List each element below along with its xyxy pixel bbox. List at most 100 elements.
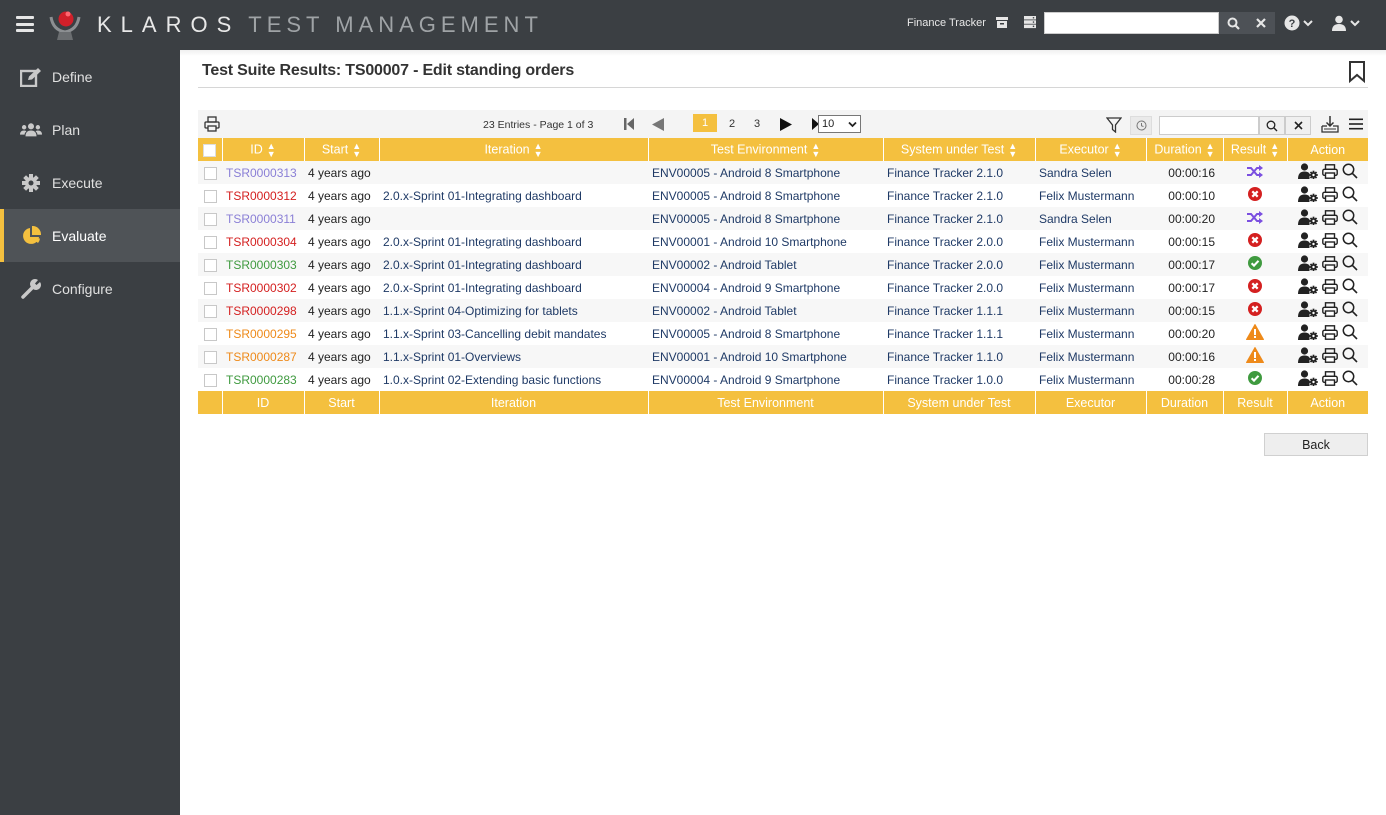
- executor-link[interactable]: Felix Mustermann: [1039, 373, 1134, 387]
- system-under-test-link[interactable]: Finance Tracker 1.1.0: [887, 350, 1003, 364]
- table-row[interactable]: TSR0000287 4 years ago 1.1.x-Sprint 01-Ove…: [198, 345, 1368, 368]
- prev-page-button[interactable]: [650, 116, 666, 132]
- filter-icon[interactable]: [1106, 117, 1122, 133]
- row-checkbox[interactable]: [203, 166, 217, 180]
- table-row[interactable]: TSR0000313 4 years ago ENV00005 - Android …: [198, 161, 1368, 184]
- table-row[interactable]: TSR0000303 4 years ago 2.0.x-Sprint 01-Int…: [198, 253, 1368, 276]
- result-id-link[interactable]: TSR0000302: [226, 281, 297, 295]
- row-checkbox[interactable]: [203, 327, 217, 341]
- sidebar-item-plan[interactable]: Plan: [0, 103, 180, 156]
- table-row[interactable]: TSR0000298 4 years ago 1.1.x-Sprint 04-Opt…: [198, 299, 1368, 322]
- result-id-link[interactable]: TSR0000287: [226, 350, 297, 364]
- iteration-link[interactable]: 1.1.x-Sprint 04-Optimizing for tablets: [383, 304, 578, 318]
- executor-link[interactable]: Felix Mustermann: [1039, 189, 1134, 203]
- menu-toggle-icon[interactable]: [16, 16, 34, 32]
- system-under-test-link[interactable]: Finance Tracker 2.0.0: [887, 235, 1003, 249]
- assign-user-icon[interactable]: [1297, 255, 1318, 274]
- page-size-select[interactable]: 10: [818, 115, 861, 133]
- environment-link[interactable]: ENV00001 - Android 10 Smartphone: [652, 350, 847, 364]
- global-search-button[interactable]: [1219, 12, 1247, 34]
- table-row[interactable]: TSR0000302 4 years ago 2.0.x-Sprint 01-Int…: [198, 276, 1368, 299]
- environment-link[interactable]: ENV00002 - Android Tablet: [652, 258, 797, 272]
- print-icon[interactable]: [1321, 209, 1338, 228]
- view-details-icon[interactable]: [1342, 255, 1358, 274]
- executor-link[interactable]: Felix Mustermann: [1039, 235, 1134, 249]
- view-details-icon[interactable]: [1342, 347, 1358, 366]
- column-header-id[interactable]: ID ▲ ▼: [222, 138, 305, 161]
- executor-link[interactable]: Felix Mustermann: [1039, 350, 1134, 364]
- view-details-icon[interactable]: [1342, 163, 1358, 182]
- view-details-icon[interactable]: [1342, 324, 1358, 343]
- view-details-icon[interactable]: [1342, 370, 1358, 389]
- sidebar-item-evaluate[interactable]: Evaluate: [0, 209, 180, 262]
- row-checkbox[interactable]: [203, 281, 217, 295]
- project-name[interactable]: Finance Tracker: [907, 17, 986, 29]
- result-id-link[interactable]: TSR0000283: [226, 373, 297, 387]
- assign-user-icon[interactable]: [1297, 370, 1318, 389]
- environment-link[interactable]: ENV00002 - Android Tablet: [652, 304, 797, 318]
- row-checkbox[interactable]: [203, 373, 217, 387]
- print-icon[interactable]: [204, 116, 220, 132]
- page-1-button[interactable]: 1: [693, 114, 717, 132]
- print-icon[interactable]: [1321, 370, 1338, 389]
- page-3-button[interactable]: 3: [749, 116, 765, 132]
- system-under-test-link[interactable]: Finance Tracker 1.0.0: [887, 373, 1003, 387]
- iteration-link[interactable]: 2.0.x-Sprint 01-Integrating dashboard: [383, 235, 582, 249]
- column-header-result[interactable]: Result ▲ ▼: [1223, 138, 1288, 161]
- sidebar-item-define[interactable]: Define: [0, 50, 180, 103]
- table-row[interactable]: TSR0000311 4 years ago ENV00005 - Android …: [198, 207, 1368, 230]
- print-icon[interactable]: [1321, 255, 1338, 274]
- environment-link[interactable]: ENV00005 - Android 8 Smartphone: [652, 212, 840, 226]
- iteration-link[interactable]: 2.0.x-Sprint 01-Integrating dashboard: [383, 189, 582, 203]
- executor-link[interactable]: Sandra Selen: [1039, 166, 1112, 180]
- sidebar-item-execute[interactable]: Execute: [0, 156, 180, 209]
- history-button[interactable]: [1130, 116, 1152, 135]
- assign-user-icon[interactable]: [1297, 301, 1318, 320]
- system-under-test-link[interactable]: Finance Tracker 1.1.1: [887, 304, 1003, 318]
- column-header-iteration[interactable]: Iteration ▲ ▼: [379, 138, 649, 161]
- row-checkbox[interactable]: [203, 189, 217, 203]
- environment-link[interactable]: ENV00004 - Android 9 Smartphone: [652, 373, 840, 387]
- column-header-system-under-test[interactable]: System under Test ▲ ▼: [883, 138, 1036, 161]
- executor-link[interactable]: Sandra Selen: [1039, 212, 1112, 226]
- system-under-test-link[interactable]: Finance Tracker 2.1.0: [887, 212, 1003, 226]
- print-icon[interactable]: [1321, 278, 1338, 297]
- column-header-duration[interactable]: Duration ▲ ▼: [1146, 138, 1224, 161]
- column-header-start[interactable]: Start ▲ ▼: [304, 138, 380, 161]
- table-row[interactable]: TSR0000312 4 years ago 2.0.x-Sprint 01-Int…: [198, 184, 1368, 207]
- iteration-link[interactable]: 2.0.x-Sprint 01-Integrating dashboard: [383, 258, 582, 272]
- sidebar-item-configure[interactable]: Configure: [0, 262, 180, 315]
- result-id-link[interactable]: TSR0000312: [226, 189, 297, 203]
- server-icon[interactable]: [1023, 15, 1037, 29]
- result-id-link[interactable]: TSR0000304: [226, 235, 297, 249]
- print-icon[interactable]: [1321, 163, 1338, 182]
- assign-user-icon[interactable]: [1297, 324, 1318, 343]
- system-under-test-link[interactable]: Finance Tracker 2.1.0: [887, 166, 1003, 180]
- row-checkbox[interactable]: [203, 258, 217, 272]
- export-icon[interactable]: [1321, 115, 1339, 133]
- select-all-checkbox[interactable]: [203, 143, 217, 157]
- result-id-link[interactable]: TSR0000295: [226, 327, 297, 341]
- executor-link[interactable]: Felix Mustermann: [1039, 258, 1134, 272]
- assign-user-icon[interactable]: [1297, 163, 1318, 182]
- assign-user-icon[interactable]: [1297, 209, 1318, 228]
- executor-link[interactable]: Felix Mustermann: [1039, 281, 1134, 295]
- table-row[interactable]: TSR0000295 4 years ago 1.1.x-Sprint 03-Can…: [198, 322, 1368, 345]
- executor-link[interactable]: Felix Mustermann: [1039, 327, 1134, 341]
- print-icon[interactable]: [1321, 324, 1338, 343]
- page-2-button[interactable]: 2: [724, 116, 740, 132]
- assign-user-icon[interactable]: [1297, 278, 1318, 297]
- result-id-link[interactable]: TSR0000311: [226, 212, 296, 226]
- environment-link[interactable]: ENV00004 - Android 9 Smartphone: [652, 281, 840, 295]
- row-checkbox[interactable]: [203, 212, 217, 226]
- row-checkbox[interactable]: [203, 304, 217, 318]
- table-search-input[interactable]: [1159, 116, 1259, 135]
- table-search-button[interactable]: [1259, 116, 1285, 135]
- archive-icon[interactable]: [995, 15, 1009, 29]
- iteration-link[interactable]: 1.1.x-Sprint 03-Cancelling debit mandate…: [383, 327, 606, 341]
- print-icon[interactable]: [1321, 347, 1338, 366]
- view-details-icon[interactable]: [1342, 186, 1358, 205]
- column-header-executor[interactable]: Executor ▲ ▼: [1035, 138, 1147, 161]
- system-under-test-link[interactable]: Finance Tracker 2.1.0: [887, 189, 1003, 203]
- environment-link[interactable]: ENV00001 - Android 10 Smartphone: [652, 235, 847, 249]
